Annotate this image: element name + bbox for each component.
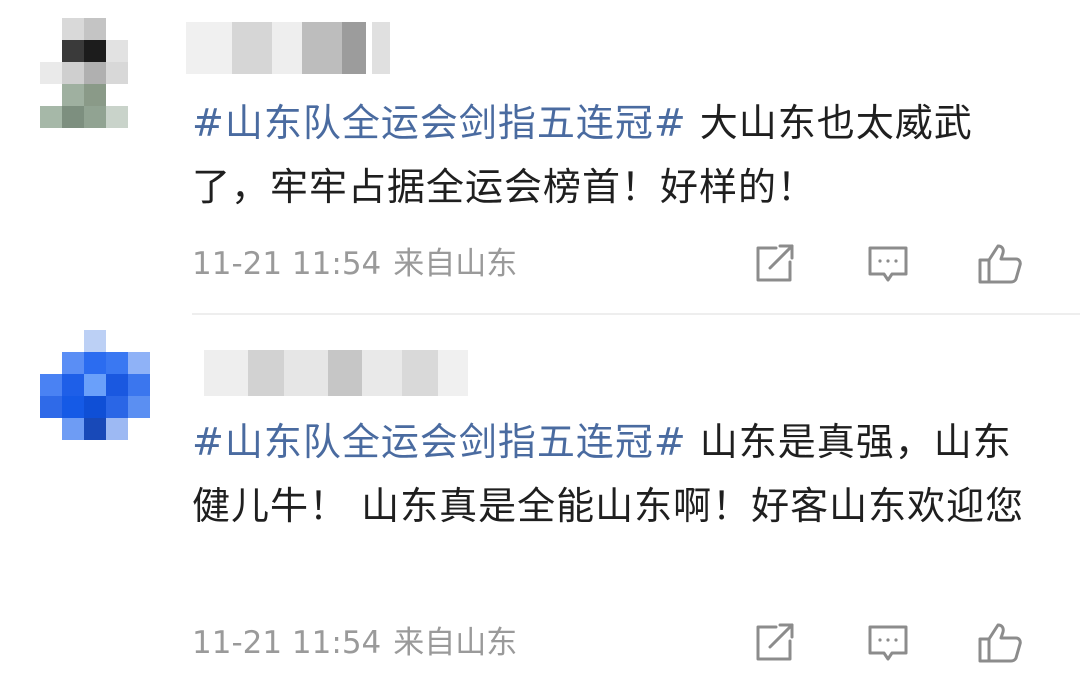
comment-text: #山东队全运会剑指五连冠# 山东是真强，山东健儿牛！ 山东真是全能山东啊！好客山… (192, 410, 1032, 538)
comment-item: #山东队全运会剑指五连冠# 大山东也太威武了，牢牢占据全运会榜首！好样的！ 11… (0, 0, 1080, 312)
thumbs-up-icon (978, 623, 1022, 663)
comment-item: #山东队全运会剑指五连冠# 山东是真强，山东健儿牛！ 山东真是全能山东啊！好客山… (0, 316, 1080, 678)
comment-footer: 11-21 11:54 来自山东 (192, 621, 1040, 665)
comment-text: #山东队全运会剑指五连冠# 大山东也太威武了，牢牢占据全运会榜首！好样的！ (192, 91, 1032, 219)
share-button[interactable] (750, 621, 798, 665)
comment-meta: 11-21 11:54 来自山东 (192, 621, 517, 665)
comment-footer: 11-21 11:54 来自山东 (192, 242, 1040, 286)
username-pixelated[interactable] (186, 350, 516, 396)
reply-button[interactable] (864, 621, 912, 665)
share-icon (756, 623, 794, 661)
comment-actions (750, 621, 1040, 665)
hashtag-link[interactable]: #山东队全运会剑指五连冠# (192, 420, 687, 464)
comment-icon (868, 246, 908, 282)
comment-date: 11-21 11:54 (192, 246, 382, 282)
comment-date: 11-21 11:54 (192, 625, 382, 661)
comment-location: 来自山东 (393, 246, 518, 282)
comment-icon (868, 625, 908, 661)
share-icon (756, 244, 794, 282)
like-button[interactable] (976, 621, 1024, 665)
user-avatar[interactable] (40, 330, 164, 454)
thumbs-up-icon (978, 244, 1022, 284)
username-pixelated[interactable] (186, 22, 416, 74)
comment-actions (750, 242, 1040, 286)
user-avatar[interactable] (40, 18, 164, 142)
share-button[interactable] (750, 242, 798, 286)
comment-meta: 11-21 11:54 来自山东 (192, 242, 517, 286)
like-button[interactable] (976, 242, 1024, 286)
reply-button[interactable] (864, 242, 912, 286)
hashtag-link[interactable]: #山东队全运会剑指五连冠# (192, 101, 687, 145)
comment-divider (192, 313, 1080, 315)
comment-location: 来自山东 (393, 625, 518, 661)
